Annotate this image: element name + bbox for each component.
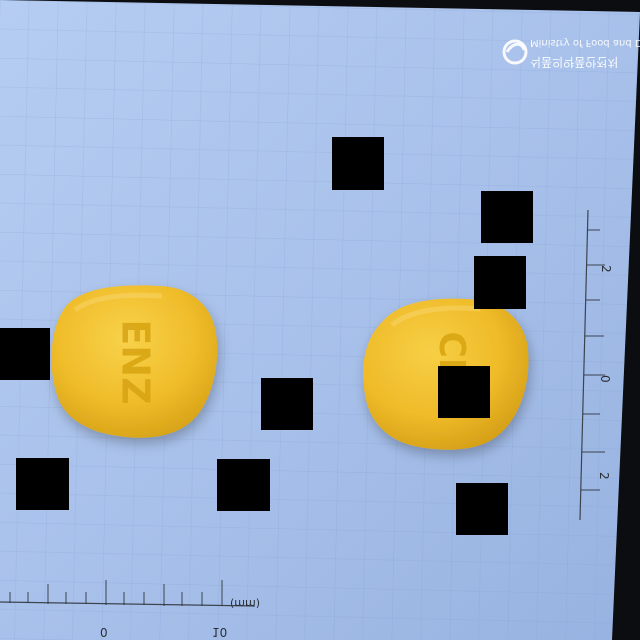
watermark-line1: Ministry of Food and Drug Safety (530, 37, 640, 48)
bottom-ruler-label-0: 0 (100, 625, 108, 639)
pill-left-imprint: ENZ (114, 319, 158, 404)
redaction-box-9 (456, 483, 508, 535)
right-ruler-label-2: 0 (598, 375, 612, 383)
pill-photo: Ministry of Food and Drug Safety 식품의약품안전… (0, 0, 640, 640)
bottom-ruler-unit: (mm) (230, 597, 260, 610)
redaction-box-7 (16, 458, 69, 510)
pill-left: ENZ (51, 285, 218, 438)
right-ruler-label-1: 2 (599, 265, 613, 273)
photo-canvas: Ministry of Food and Drug Safety 식품의약품안전… (0, 0, 640, 640)
redaction-box-8 (217, 459, 270, 511)
redaction-box-2 (481, 191, 533, 243)
redaction-box-3 (474, 256, 526, 309)
redaction-box-1 (332, 137, 384, 190)
watermark-line2: 식품의약품안전처 (530, 55, 618, 70)
bottom-ruler-label-10: 10 (212, 625, 227, 639)
redaction-box-5 (261, 378, 313, 430)
redaction-box-6 (438, 366, 490, 418)
redaction-box-4 (0, 328, 50, 380)
right-ruler-label-3: 2 (597, 472, 611, 480)
